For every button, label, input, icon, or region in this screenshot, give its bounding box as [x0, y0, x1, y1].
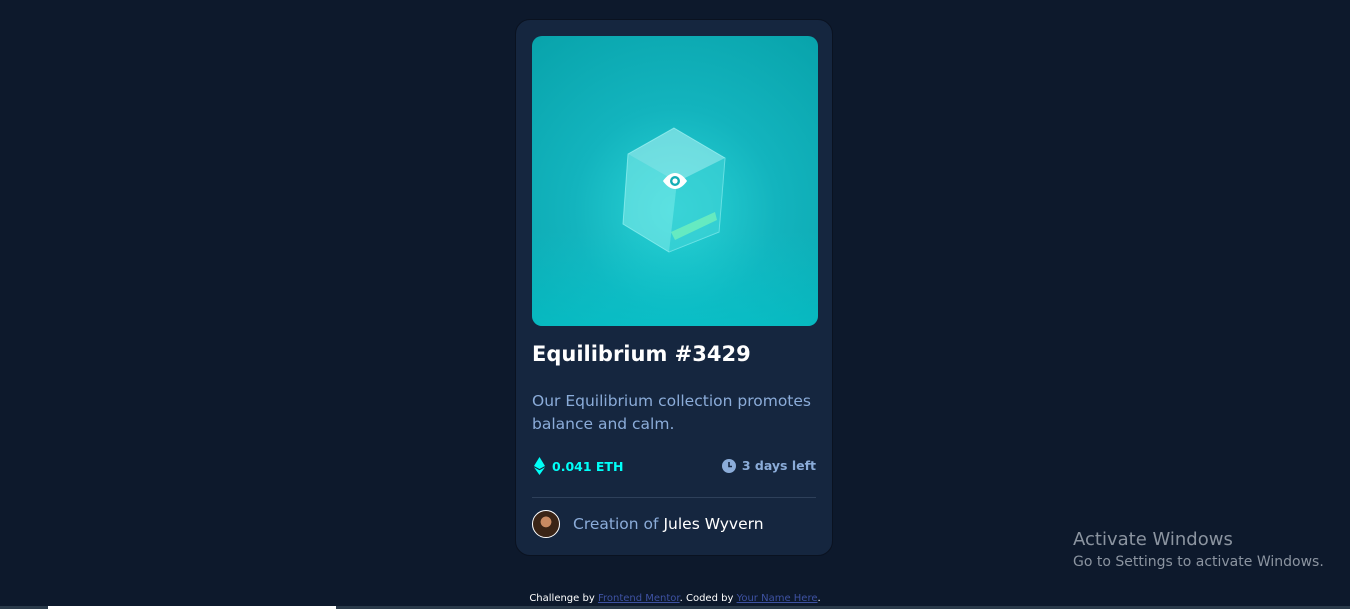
avatar: [532, 510, 560, 538]
eye-icon[interactable]: [661, 171, 689, 191]
nft-image[interactable]: [532, 36, 818, 326]
time-left-value: 3 days left: [741, 458, 816, 473]
divider: [532, 497, 816, 498]
activate-windows-subtitle: Go to Settings to activate Windows.: [1073, 554, 1324, 570]
nft-card: Equilibrium #3429 Our Equilibrium collec…: [515, 19, 833, 556]
activate-windows-title: Activate Windows: [1073, 529, 1233, 550]
ethereum-icon: [534, 457, 545, 475]
nft-description: Our Equilibrium collection promotes bala…: [532, 392, 811, 433]
attribution-suffix: .: [817, 593, 821, 604]
clock-icon: [721, 458, 736, 473]
attribution: Challenge by Frontend Mentor. Coded by Y…: [0, 593, 1350, 604]
price-block: 0.041 ETH: [534, 457, 623, 475]
creator-name-link[interactable]: Jules Wyvern: [663, 515, 763, 533]
author-link[interactable]: Your Name Here: [737, 593, 818, 604]
attribution-coded-prefix: . Coded by: [679, 593, 734, 604]
price-value: 0.041 ETH: [552, 458, 624, 474]
creator-row: Creation of Jules Wyvern: [532, 510, 764, 538]
nft-title[interactable]: Equilibrium #3429: [532, 342, 751, 366]
creator-prefix: Creation of: [573, 515, 659, 533]
attribution-challenge-prefix: Challenge by: [529, 593, 595, 604]
frontend-mentor-link[interactable]: Frontend Mentor: [598, 593, 680, 604]
time-block: 3 days left: [721, 458, 816, 473]
